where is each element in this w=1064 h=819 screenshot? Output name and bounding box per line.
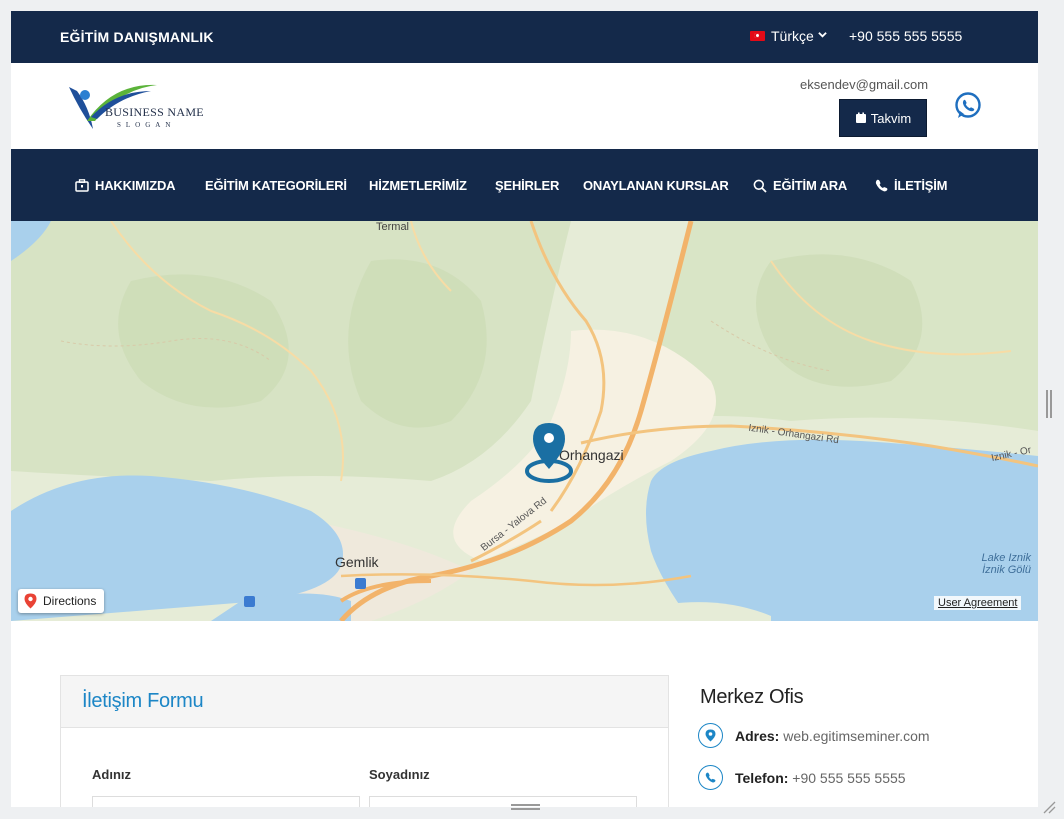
bottom-resize-handle[interactable] [511, 804, 540, 810]
phone-label: Telefon: [735, 769, 789, 786]
turkey-flag-icon [750, 31, 765, 41]
nav-item-label: ŞEHİRLER [495, 178, 560, 193]
nav-item-label: İLETİŞİM [894, 178, 948, 193]
first-name-input[interactable] [92, 796, 360, 807]
phone-icon [698, 765, 723, 790]
calendar-button[interactable]: Takvim [839, 99, 927, 137]
calendar-icon [855, 112, 866, 123]
search-icon [753, 179, 767, 193]
map-label-termal: Termal [376, 221, 410, 233]
site-brand-text[interactable]: EĞİTİM DANIŞMANLIK [60, 29, 214, 45]
company-logo[interactable]: BUSINESS NAME SLOGAN [65, 77, 205, 133]
language-selector[interactable]: Türkçe [750, 28, 827, 44]
lake-label-en: Lake Iznik [981, 552, 1031, 564]
main-nav: HAKKIMIZDA EĞİTİM KATEGORİLERİ HİZMETLER… [11, 149, 1038, 221]
chevron-down-icon [818, 30, 827, 42]
nav-item-iletisim[interactable]: İLETİŞİM [875, 178, 947, 193]
map-label-gemlik: Gemlik [335, 554, 379, 570]
nav-item-label: ONAYLANAN KURSLAR [583, 178, 729, 193]
nav-item-hizmetlerimiz[interactable]: HİZMETLERİMİZ [369, 178, 467, 193]
directions-button[interactable]: Directions [18, 589, 105, 613]
last-name-label: Soyadınız [369, 767, 430, 782]
map-marker-icon [698, 723, 723, 748]
nav-item-label: HİZMETLERİMİZ [369, 178, 467, 193]
address-value: web.egitimseminer.com [783, 727, 930, 744]
location-map[interactable]: Termal Orhangazi Gemlik Iznik - Orhangaz… [11, 221, 1038, 621]
phone-icon [875, 179, 888, 192]
first-name-label: Adınız [92, 767, 131, 782]
office-phone-row: Telefon: +90 555 555 5555 [698, 765, 906, 790]
nav-item-onaylanan-kurslar[interactable]: ONAYLANAN KURSLAR [583, 178, 729, 193]
user-agreement-link[interactable]: User Agreement [934, 596, 1022, 610]
page-frame: EĞİTİM DANIŞMANLIK Türkçe +90 555 555 55… [11, 11, 1038, 807]
directions-label: Directions [43, 594, 97, 608]
nav-item-hakkimizda[interactable]: HAKKIMIZDA [75, 178, 176, 193]
contact-form-title: İletişim Formu [61, 676, 668, 728]
side-resize-handle[interactable] [1046, 390, 1052, 418]
logo-name: BUSINESS NAME [105, 105, 204, 119]
phone-value[interactable]: +90 555 555 5555 [792, 770, 905, 786]
nav-item-egitim-ara[interactable]: EĞİTİM ARA [753, 178, 847, 193]
office-address-row: Adres: web.egitimseminer.com [698, 723, 930, 748]
whatsapp-icon[interactable] [953, 91, 983, 121]
contact-form-card: İletişim Formu Adınız Soyadınız [60, 675, 669, 807]
nav-item-label: EĞİTİM KATEGORİLERİ [205, 178, 347, 193]
nav-item-label: HAKKIMIZDA [95, 178, 176, 193]
location-pin-icon[interactable] [525, 421, 573, 485]
header: BUSINESS NAME SLOGAN eksendev@gmail.com … [11, 63, 1038, 149]
office-title: Merkez Ofis [700, 686, 804, 708]
nav-item-egitim-kategorileri[interactable]: EĞİTİM KATEGORİLERİ [205, 178, 347, 193]
address-label: Adres: [735, 727, 780, 744]
language-label: Türkçe [771, 28, 814, 44]
map-label-lake-iznik: Lake Iznik İznik Gölü [961, 552, 1031, 576]
nav-item-label: EĞİTİM ARA [773, 178, 848, 193]
last-name-input[interactable] [369, 796, 637, 807]
resize-corner-icon[interactable] [1042, 800, 1056, 814]
header-email-link[interactable]: eksendev@gmail.com [800, 77, 928, 92]
logo-slogan: SLOGAN [117, 121, 176, 129]
lake-label-tr: İznik Gölü [982, 564, 1031, 576]
top-phone-link[interactable]: +90 555 555 5555 [849, 28, 962, 44]
briefcase-icon [75, 179, 89, 192]
map-marker-icon [24, 593, 37, 609]
calendar-button-label: Takvim [870, 110, 912, 126]
nav-item-sehirler[interactable]: ŞEHİRLER [495, 178, 559, 193]
top-bar: EĞİTİM DANIŞMANLIK Türkçe +90 555 555 55… [11, 11, 1038, 63]
